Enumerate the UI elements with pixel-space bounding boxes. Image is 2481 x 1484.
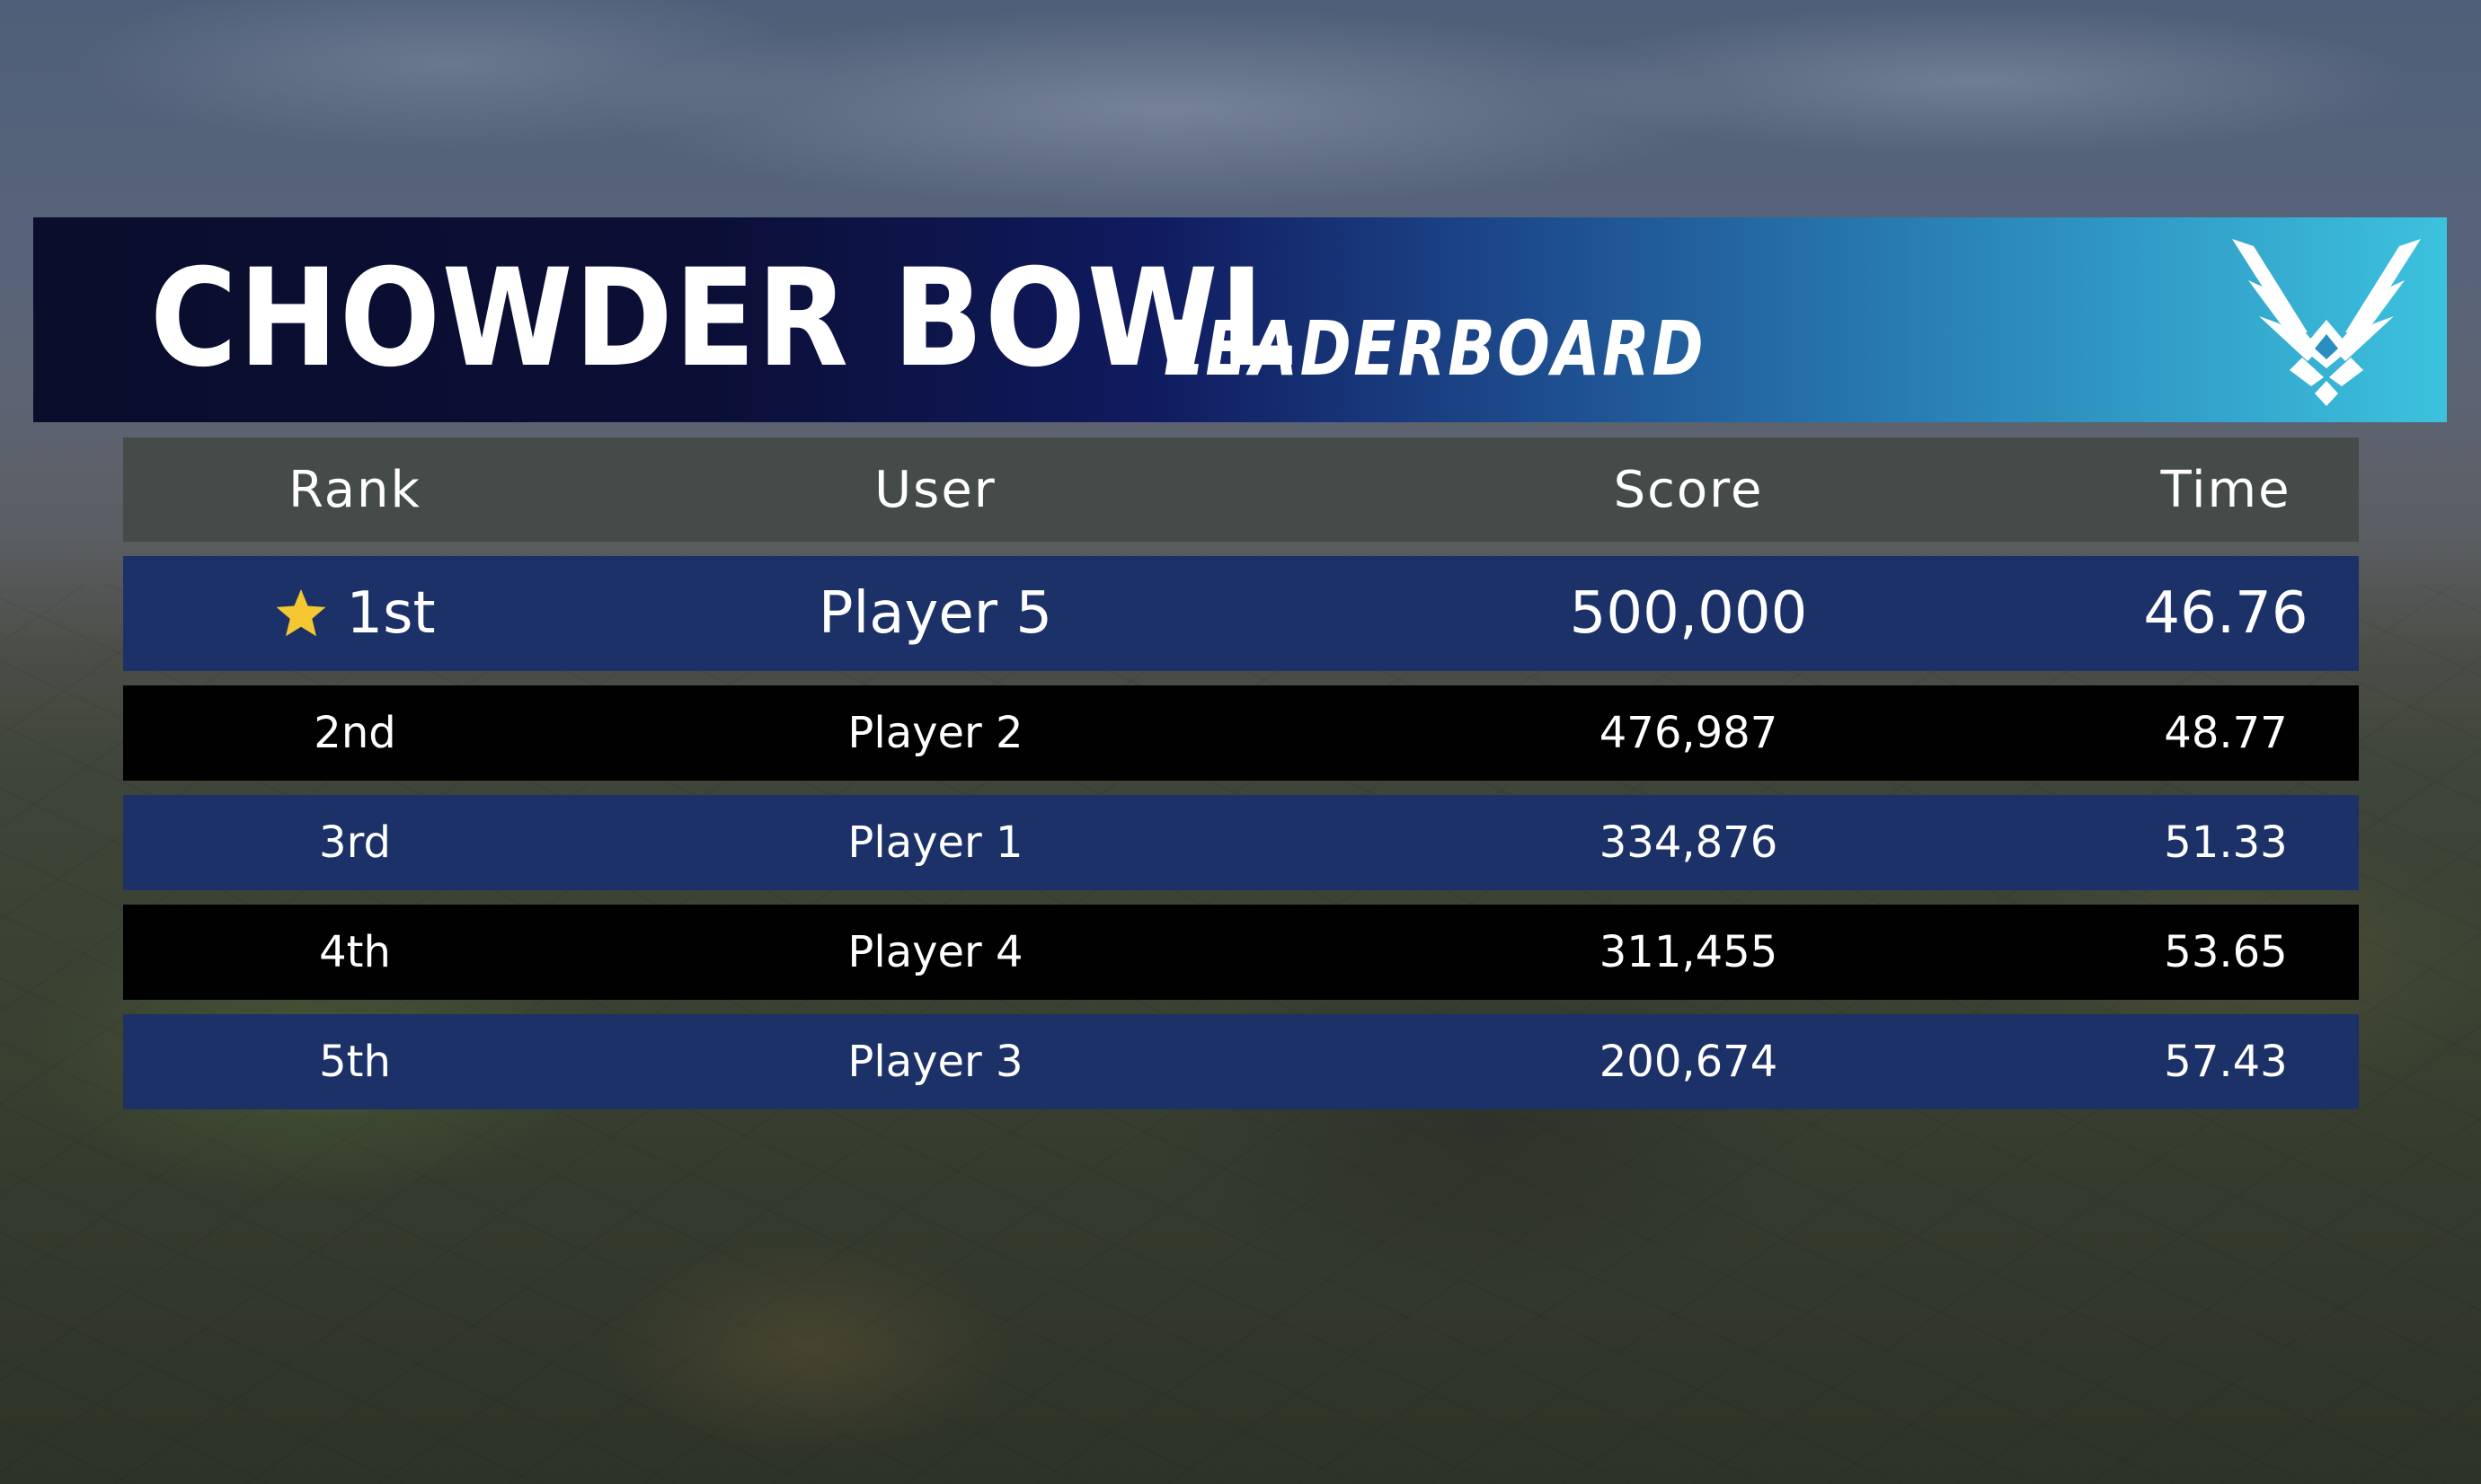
rank-cell: 4th — [319, 927, 391, 977]
score-cell: 476,987 — [1599, 708, 1778, 758]
table-row-first-place: 1st Player 5 500,000 46.76 — [123, 556, 2359, 671]
time-cell: 46.76 — [2143, 580, 2308, 647]
score-cell: 334,876 — [1599, 817, 1778, 868]
user-cell: Player 1 — [847, 817, 1023, 868]
rank-cell: 5th — [319, 1037, 391, 1087]
leaderboard-table: Rank User Score Time 1st Player 5 500,00… — [123, 437, 2359, 1109]
table-row: 5th Player 3 200,674 57.43 — [123, 1014, 2359, 1109]
score-cell: 500,000 — [1569, 580, 1808, 647]
score-cell: 200,674 — [1599, 1037, 1778, 1087]
user-cell: Player 5 — [818, 580, 1053, 647]
title-banner: CHOWDER BOWL LEADERBOARD — [33, 217, 2447, 422]
time-cell: 51.33 — [2164, 817, 2288, 868]
time-cell: 48.77 — [2164, 708, 2288, 758]
table-row: 4th Player 4 311,455 53.65 — [123, 905, 2359, 1000]
table-row: 2nd Player 2 476,987 48.77 — [123, 685, 2359, 781]
header-time: Time — [2160, 460, 2291, 519]
page-title: CHOWDER BOWL — [150, 241, 1298, 397]
air-force-wings-icon — [2232, 239, 2421, 406]
user-cell: Player 2 — [847, 708, 1023, 758]
header-rank: Rank — [288, 460, 421, 519]
table-header-row: Rank User Score Time — [123, 437, 2359, 542]
time-cell: 57.43 — [2164, 1037, 2288, 1087]
table-row: 3rd Player 1 334,876 51.33 — [123, 795, 2359, 890]
rank-cell: 3rd — [319, 817, 391, 868]
header-user: User — [874, 460, 997, 519]
user-cell: Player 4 — [847, 927, 1023, 977]
user-cell: Player 3 — [847, 1037, 1023, 1087]
rank-cell: 1st — [123, 556, 587, 671]
time-cell: 53.65 — [2164, 927, 2288, 977]
rank-label: 1st — [346, 580, 436, 647]
star-icon — [276, 589, 326, 637]
rank-cell: 2nd — [314, 708, 396, 758]
header-score: Score — [1613, 460, 1764, 519]
page-subtitle: LEADERBOARD — [1164, 305, 1706, 393]
score-cell: 311,455 — [1599, 927, 1778, 977]
